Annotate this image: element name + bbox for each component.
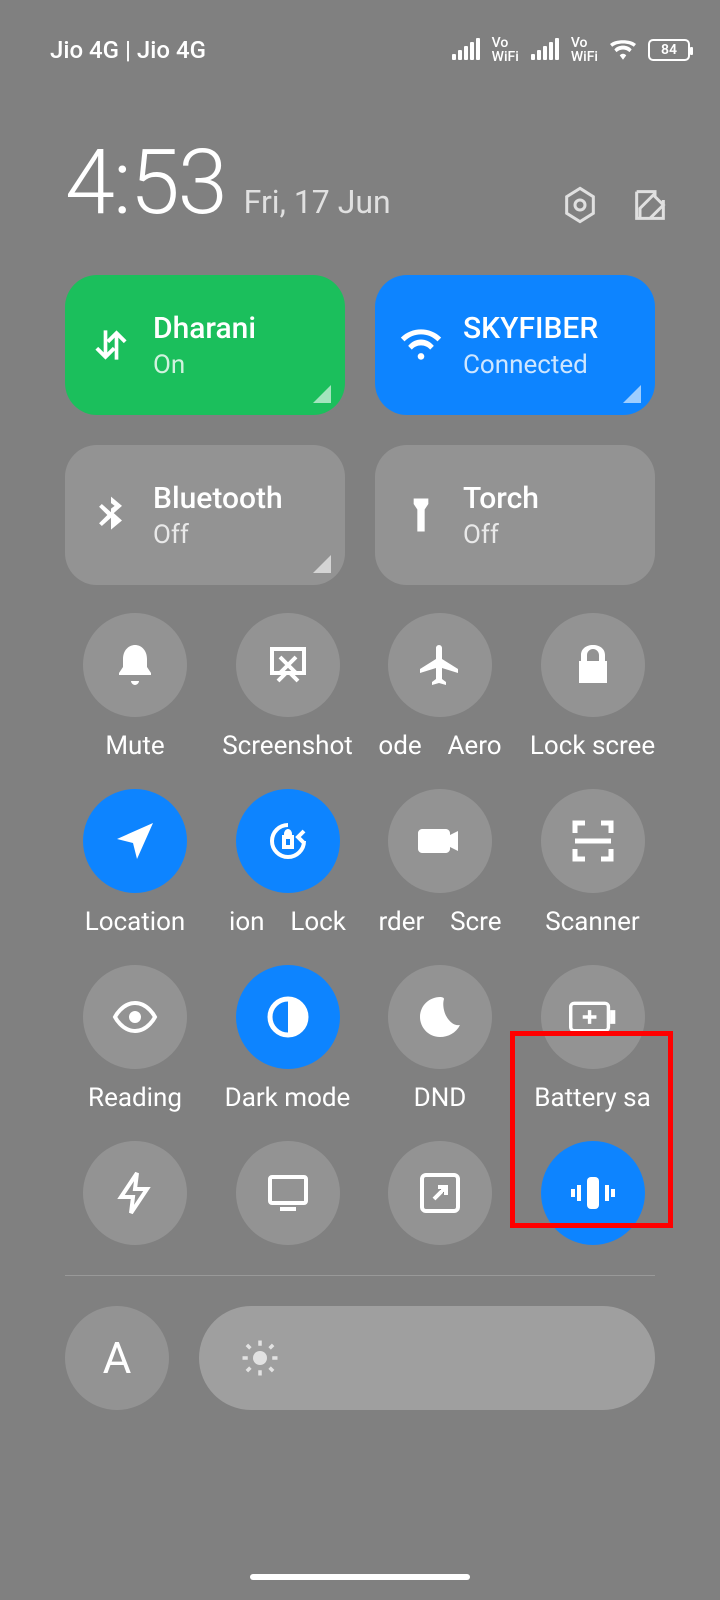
sun-icon xyxy=(239,1337,281,1379)
date-label[interactable]: Fri, 17 Jun xyxy=(244,183,391,221)
vibrate-toggle[interactable] xyxy=(518,1141,668,1245)
signal-icon xyxy=(531,40,559,60)
power-toggle[interactable] xyxy=(60,1141,210,1245)
scanner-button[interactable]: Scanner xyxy=(518,789,668,937)
tile-label: Mute xyxy=(60,731,210,761)
screen-record-button[interactable]: rder Scre xyxy=(365,789,515,937)
cast-toggle[interactable] xyxy=(213,1141,363,1245)
tile-label: Location xyxy=(60,907,210,937)
vibrate-icon xyxy=(569,1169,617,1217)
status-bar: Jio 4G | Jio 4G Vo WiFi Vo WiFi 84 xyxy=(0,0,720,90)
torch-icon xyxy=(399,493,443,537)
bell-icon xyxy=(111,641,159,689)
vowifi-label: Vo WiFi xyxy=(571,36,598,64)
battery-saver-toggle[interactable]: Battery sa xyxy=(518,965,668,1113)
tile-title: Dharani xyxy=(153,311,256,346)
mobile-data-tile[interactable]: Dharani On xyxy=(65,275,345,415)
vowifi-label: Vo WiFi xyxy=(492,36,519,64)
screenshot-button[interactable]: Screenshot xyxy=(213,613,363,761)
mute-toggle[interactable]: Mute xyxy=(60,613,210,761)
data-arrows-icon xyxy=(89,323,133,367)
wifi-tile[interactable]: SKYFIBER Connected xyxy=(375,275,655,415)
moon-icon xyxy=(416,993,464,1041)
airplane-icon xyxy=(416,641,464,689)
floating-window-toggle[interactable] xyxy=(365,1141,515,1245)
scan-icon xyxy=(569,817,617,865)
contrast-icon xyxy=(264,993,312,1041)
expand-corner-icon[interactable] xyxy=(313,385,331,403)
bluetooth-icon xyxy=(89,493,133,537)
edit-icon[interactable] xyxy=(630,185,670,225)
tile-title: SKYFIBER xyxy=(463,311,598,346)
home-indicator[interactable] xyxy=(250,1574,470,1580)
wifi-icon xyxy=(610,40,636,60)
bluetooth-tile[interactable]: Bluetooth Off xyxy=(65,445,345,585)
video-camera-icon xyxy=(416,817,464,865)
tile-subtitle: On xyxy=(153,350,256,380)
scissors-icon xyxy=(264,641,312,689)
dnd-toggle[interactable]: DND xyxy=(365,965,515,1113)
rotation-lock-toggle[interactable]: ion Lock xyxy=(213,789,363,937)
auto-brightness-toggle[interactable]: A xyxy=(65,1306,169,1410)
tile-title: Bluetooth xyxy=(153,481,283,516)
battery-icon: 84 xyxy=(648,39,690,61)
tile-label: Scanner xyxy=(518,907,668,937)
tile-title: Torch xyxy=(463,481,539,516)
tile-label: ion Lock xyxy=(213,907,363,937)
tile-label: Dark mode xyxy=(213,1083,363,1113)
auto-label: A xyxy=(103,1332,132,1384)
carrier-label: Jio 4G | Jio 4G xyxy=(50,36,206,64)
tile-label: Battery sa xyxy=(518,1083,668,1113)
tile-subtitle: Off xyxy=(463,520,539,550)
reading-mode-toggle[interactable]: Reading xyxy=(60,965,210,1113)
dark-mode-toggle[interactable]: Dark mode xyxy=(213,965,363,1113)
torch-tile[interactable]: Torch Off xyxy=(375,445,655,585)
qs-header: 4:53 Fri, 17 Jun xyxy=(0,90,720,265)
eye-icon xyxy=(111,993,159,1041)
tile-label: Screenshot xyxy=(213,731,363,761)
rotation-lock-icon xyxy=(264,817,312,865)
tile-label: Reading xyxy=(60,1083,210,1113)
pip-icon xyxy=(416,1169,464,1217)
airplane-mode-toggle[interactable]: ode Aero xyxy=(365,613,515,761)
tile-subtitle: Connected xyxy=(463,350,598,380)
location-arrow-icon xyxy=(111,817,159,865)
tile-subtitle: Off xyxy=(153,520,283,550)
location-toggle[interactable]: Location xyxy=(60,789,210,937)
lock-icon xyxy=(569,641,617,689)
brightness-slider[interactable] xyxy=(199,1306,655,1410)
signal-icon xyxy=(452,40,480,60)
clock-time[interactable]: 4:53 xyxy=(65,130,226,235)
tile-label: DND xyxy=(365,1083,515,1113)
expand-corner-icon[interactable] xyxy=(623,385,641,403)
tile-label: rder Scre xyxy=(365,907,515,937)
settings-icon[interactable] xyxy=(560,185,600,225)
monitor-icon xyxy=(264,1169,312,1217)
bolt-icon xyxy=(111,1169,159,1217)
battery-plus-icon xyxy=(569,993,617,1041)
tile-label: ode Aero xyxy=(365,731,515,761)
wifi-icon xyxy=(399,323,443,367)
expand-corner-icon[interactable] xyxy=(313,555,331,573)
status-icons: Vo WiFi Vo WiFi 84 xyxy=(452,36,690,64)
tile-label: Lock scree xyxy=(518,731,668,761)
lock-screen-button[interactable]: Lock scree xyxy=(518,613,668,761)
